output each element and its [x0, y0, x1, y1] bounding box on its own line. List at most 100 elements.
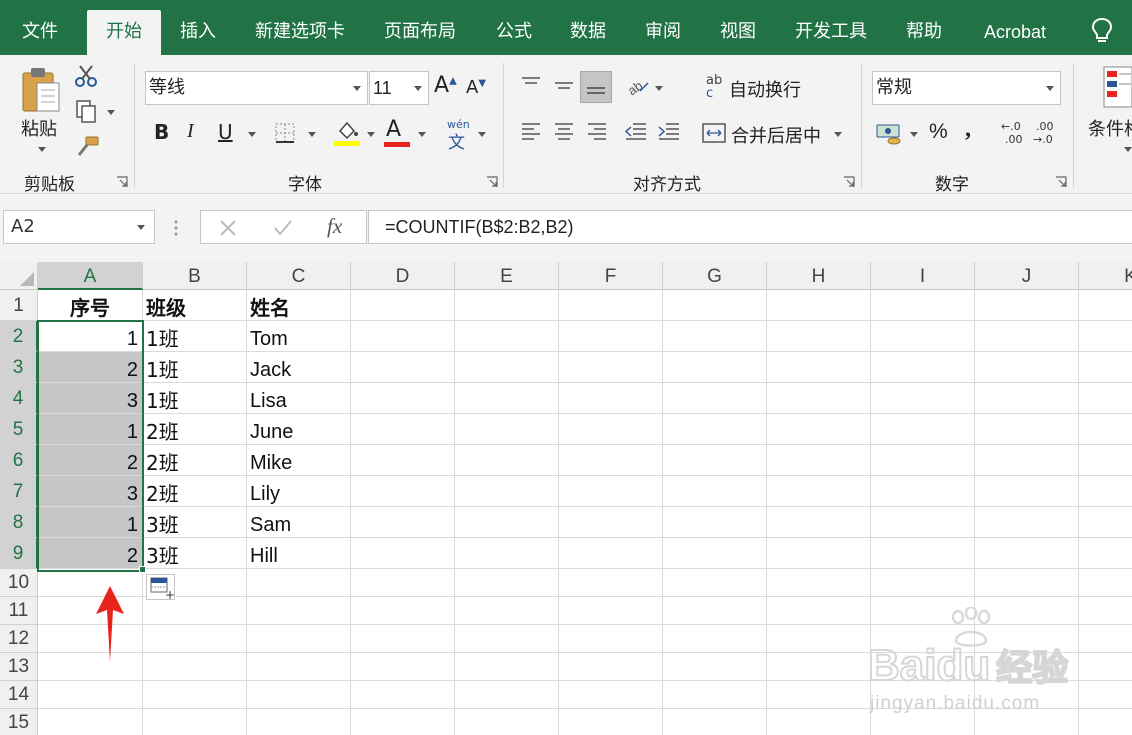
- column-header-g[interactable]: G: [663, 262, 767, 290]
- cell[interactable]: [559, 507, 663, 538]
- cell[interactable]: [663, 681, 767, 709]
- cell[interactable]: [975, 352, 1079, 383]
- cell[interactable]: [767, 569, 871, 597]
- cell[interactable]: [767, 321, 871, 352]
- enter-icon[interactable]: [273, 219, 293, 237]
- cell[interactable]: [351, 681, 455, 709]
- name-cell[interactable]: Mike: [247, 445, 351, 476]
- cell[interactable]: [871, 352, 975, 383]
- cell[interactable]: [559, 709, 663, 735]
- cell[interactable]: [871, 569, 975, 597]
- auto-fill-options-button[interactable]: +: [146, 574, 175, 602]
- column-header-f[interactable]: F: [559, 262, 663, 290]
- cell[interactable]: [975, 476, 1079, 507]
- decrease-decimal-icon[interactable]: .00: [1036, 120, 1054, 133]
- cell[interactable]: [767, 476, 871, 507]
- column-header-e[interactable]: E: [455, 262, 559, 290]
- increase-font-icon[interactable]: A▲: [434, 73, 457, 98]
- seq-cell[interactable]: 1: [38, 414, 143, 445]
- cell[interactable]: [767, 383, 871, 414]
- cell[interactable]: [767, 625, 871, 653]
- font-name-combobox[interactable]: 等线: [145, 71, 368, 105]
- cell[interactable]: [559, 383, 663, 414]
- cell[interactable]: [975, 625, 1079, 653]
- cell[interactable]: [1079, 414, 1132, 445]
- name-cell[interactable]: Lisa: [247, 383, 351, 414]
- insert-function-button[interactable]: fx: [327, 214, 342, 239]
- cancel-icon[interactable]: [219, 219, 237, 237]
- merge-center-button[interactable]: 合并后居中: [731, 122, 821, 148]
- cell[interactable]: [1079, 383, 1132, 414]
- cell[interactable]: [455, 383, 559, 414]
- cell[interactable]: [559, 653, 663, 681]
- seq-cell[interactable]: 2: [38, 352, 143, 383]
- seq-cell[interactable]: 1: [38, 507, 143, 538]
- cell[interactable]: [559, 538, 663, 569]
- seq-cell[interactable]: 1: [38, 321, 143, 352]
- name-cell[interactable]: Hill: [247, 538, 351, 569]
- orientation-dropdown-icon[interactable]: [655, 86, 663, 91]
- seq-cell[interactable]: 3: [38, 476, 143, 507]
- cell[interactable]: [455, 538, 559, 569]
- cell[interactable]: [1079, 445, 1132, 476]
- merge-center-dropdown-icon[interactable]: [834, 132, 842, 137]
- cell[interactable]: [455, 709, 559, 735]
- cell[interactable]: [143, 709, 247, 735]
- cell[interactable]: [247, 681, 351, 709]
- cell[interactable]: [559, 445, 663, 476]
- worksheet-grid[interactable]: A B C D E F G H I J K 1 2 3 4 5 6 7 8 9 10 11 12 13 14 15 序号 班级 姓名 1 1…: [0, 262, 1132, 735]
- conditional-formatting-button[interactable]: 条件格: [1088, 115, 1132, 141]
- cell[interactable]: [975, 538, 1079, 569]
- cell[interactable]: [38, 597, 143, 625]
- row-header-8[interactable]: 8: [0, 507, 38, 538]
- align-right-icon[interactable]: [586, 121, 608, 143]
- cell[interactable]: [871, 383, 975, 414]
- cut-icon[interactable]: [74, 64, 98, 88]
- font-color-icon[interactable]: A: [386, 117, 401, 142]
- cell[interactable]: [663, 414, 767, 445]
- column-header-k[interactable]: K: [1079, 262, 1132, 290]
- cell[interactable]: [975, 321, 1079, 352]
- tab-home[interactable]: 开始: [87, 10, 161, 55]
- cell[interactable]: [559, 290, 663, 321]
- tab-acrobat[interactable]: Acrobat: [970, 10, 1060, 55]
- fill-handle[interactable]: [139, 566, 146, 573]
- column-header-h[interactable]: H: [767, 262, 871, 290]
- row-header-12[interactable]: 12: [0, 625, 38, 653]
- alignment-launcher-icon[interactable]: [843, 176, 855, 188]
- cell[interactable]: [663, 290, 767, 321]
- cell[interactable]: [38, 625, 143, 653]
- cell[interactable]: [351, 625, 455, 653]
- cell[interactable]: [143, 597, 247, 625]
- cell[interactable]: [663, 625, 767, 653]
- cell[interactable]: [351, 476, 455, 507]
- class-cell[interactable]: 1班: [143, 352, 247, 383]
- align-center-icon[interactable]: [553, 121, 575, 143]
- header-cell-name[interactable]: 姓名: [247, 290, 351, 321]
- copy-dropdown-icon[interactable]: [107, 110, 115, 115]
- name-cell[interactable]: Jack: [247, 352, 351, 383]
- font-size-dropdown-icon[interactable]: [414, 86, 422, 91]
- cell[interactable]: [767, 653, 871, 681]
- cell[interactable]: [1079, 653, 1132, 681]
- increase-decimal-icon[interactable]: ←.0: [1001, 120, 1021, 133]
- cell[interactable]: [351, 352, 455, 383]
- accounting-dropdown-icon[interactable]: [910, 132, 918, 137]
- column-header-b[interactable]: B: [143, 262, 247, 290]
- tab-help[interactable]: 帮助: [892, 10, 956, 55]
- tab-formulas[interactable]: 公式: [482, 10, 546, 55]
- row-header-5[interactable]: 5: [0, 414, 38, 445]
- cell[interactable]: [767, 709, 871, 735]
- font-launcher-icon[interactable]: [486, 176, 498, 188]
- align-left-icon[interactable]: [520, 121, 542, 143]
- cell[interactable]: [455, 507, 559, 538]
- name-box[interactable]: A2: [3, 210, 155, 244]
- cell[interactable]: [1079, 625, 1132, 653]
- cell[interactable]: [975, 507, 1079, 538]
- name-cell[interactable]: Sam: [247, 507, 351, 538]
- cell[interactable]: [871, 476, 975, 507]
- cell[interactable]: [663, 352, 767, 383]
- cell[interactable]: [38, 653, 143, 681]
- cell[interactable]: [247, 597, 351, 625]
- cell[interactable]: [663, 476, 767, 507]
